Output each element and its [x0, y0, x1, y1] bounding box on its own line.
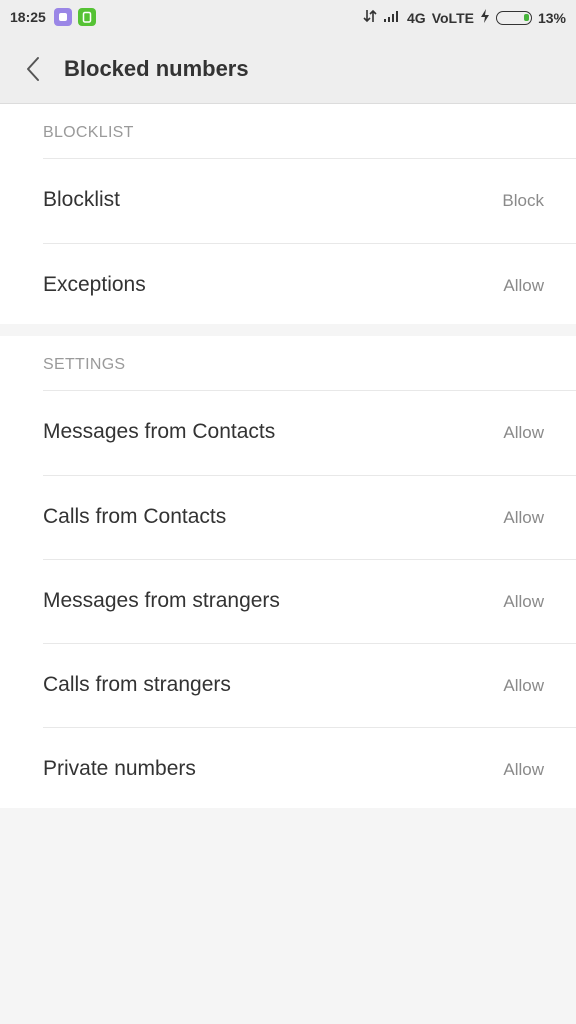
section-header-settings: SETTINGS [43, 356, 126, 373]
list-item-exceptions[interactable]: Exceptions Allow [43, 243, 576, 327]
battery-percent: 13% [537, 9, 566, 26]
page-title: Blocked numbers [64, 56, 249, 81]
list-item-value: Allow [503, 508, 544, 527]
list-item-value: Block [502, 191, 544, 210]
network-type: 4G [407, 9, 426, 26]
notification-app-icon [53, 8, 72, 26]
list-item-value: Allow [503, 592, 544, 611]
list-item-value: Allow [503, 676, 544, 695]
battery-level-fill [523, 13, 529, 21]
section-header-blocklist: BLOCKLIST [43, 124, 134, 141]
list-item-blocklist[interactable]: Blocklist Block [43, 159, 576, 243]
list-item-label: Calls from strangers [43, 673, 231, 696]
signal-icon [383, 9, 401, 26]
list-item-value: Allow [503, 760, 544, 779]
status-bar-right: 4G VoLTE 13% [357, 8, 566, 27]
settings-section: SETTINGS Messages from Contacts Allow Ca… [0, 336, 576, 808]
list-item-messages-from-strangers[interactable]: Messages from strangers Allow [43, 559, 576, 643]
battery-icon [495, 10, 532, 25]
list-item-label: Private numbers [43, 757, 196, 780]
list-item-label: Calls from Contacts [43, 505, 227, 528]
list-item-label: Messages from Contacts [43, 420, 276, 443]
blocklist-section: BLOCKLIST Blocklist Block Exceptions All… [0, 104, 576, 324]
charging-icon [480, 8, 490, 27]
list-item-value: Allow [503, 423, 544, 442]
list-item-value: Allow [503, 276, 544, 295]
data-arrows-icon [363, 8, 377, 27]
list-item-calls-from-strangers[interactable]: Calls from strangers Allow [43, 643, 576, 727]
chevron-left-icon [27, 57, 39, 81]
list-item-label: Blocklist [43, 188, 121, 211]
app-header: Blocked numbers [0, 34, 576, 104]
list-item-calls-from-contacts[interactable]: Calls from Contacts Allow [43, 475, 576, 559]
volte-label: VoLTE [431, 9, 474, 26]
battery-saver-icon [77, 8, 96, 26]
status-bar-left: 18:25 [10, 8, 102, 26]
status-bar: 18:25 4G VoLTE 13% [0, 0, 576, 34]
list-item-label: Exceptions [43, 273, 146, 296]
list-item-label: Messages from strangers [43, 589, 280, 612]
list-item-private-numbers[interactable]: Private numbers Allow [43, 727, 576, 811]
list-item-messages-from-contacts[interactable]: Messages from Contacts Allow [43, 391, 576, 475]
back-button[interactable] [20, 54, 46, 84]
status-time: 18:25 [10, 9, 46, 25]
